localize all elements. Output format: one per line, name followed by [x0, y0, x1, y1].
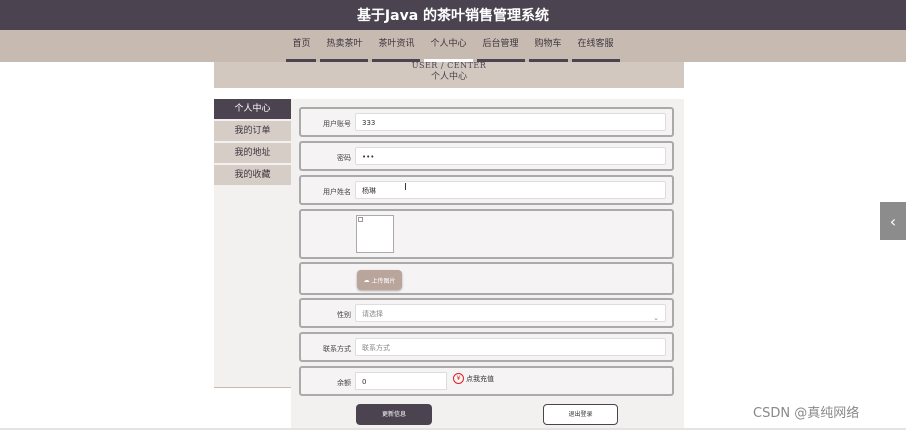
nav-user-center[interactable]: 个人中心 [422, 30, 474, 62]
update-info-button[interactable]: 更新信息 [356, 404, 432, 425]
sidebar-item-user-center[interactable]: 个人中心 [214, 99, 291, 119]
balance-label: 余额 [337, 379, 351, 387]
contact-label: 联系方式 [323, 345, 351, 353]
gender-select[interactable]: 请选择 ⌄ [355, 304, 666, 322]
name-label: 用户姓名 [323, 188, 351, 196]
chevron-left-icon: ‹ [889, 211, 897, 231]
yen-circle-icon: ¥ [453, 373, 464, 384]
site-header: 基于Java 的茶叶销售管理系统 [0, 0, 906, 30]
account-input[interactable]: 333 [355, 113, 666, 131]
main-nav: 首页 热卖茶叶 茶叶资讯 个人中心 后台管理 购物车 在线客服 [0, 30, 906, 62]
upload-row: ☁ 上传图片 [299, 262, 674, 295]
sidebar: 个人中心 我的订单 我的地址 我的收藏 [214, 99, 291, 388]
balance-input[interactable]: 0 [355, 372, 447, 390]
profile-form: 用户账号 333 密码 ••• 用户姓名 杨琳 ☁ 上传图片 性别 请选择 ⌄ … [291, 99, 684, 430]
banner-english: USER / CENTER [411, 61, 487, 70]
password-input[interactable]: ••• [355, 147, 666, 165]
nav-hot-tea[interactable]: 热卖茶叶 [318, 30, 370, 62]
banner-title: 个人中心 [430, 72, 467, 82]
gender-row: 性别 请选择 ⌄ [299, 298, 674, 328]
text-cursor-icon: I [404, 182, 407, 193]
recharge-link[interactable]: ¥ 点我充值 [453, 373, 494, 384]
name-row: 用户姓名 杨琳 [299, 175, 674, 205]
name-input[interactable]: 杨琳 [355, 181, 666, 199]
password-row: 密码 ••• [299, 141, 674, 171]
nav-tea-news[interactable]: 茶叶资讯 [370, 30, 422, 62]
contact-row: 联系方式 联系方式 [299, 332, 674, 362]
password-label: 密码 [337, 154, 351, 162]
side-toggle-button[interactable]: ‹ [880, 202, 906, 240]
account-label: 用户账号 [323, 120, 351, 128]
upload-image-button[interactable]: ☁ 上传图片 [357, 270, 402, 290]
contact-input[interactable]: 联系方式 [355, 338, 666, 356]
broken-image-icon [358, 217, 363, 222]
chevron-down-icon: ⌄ [653, 314, 659, 322]
nav-cart[interactable]: 购物车 [527, 30, 570, 62]
site-title: 基于Java 的茶叶销售管理系统 [356, 8, 550, 24]
cloud-upload-icon: ☁ [363, 276, 370, 284]
sidebar-item-address[interactable]: 我的地址 [214, 143, 291, 163]
logout-button[interactable]: 退出登录 [543, 404, 618, 425]
balance-row: 余额 0 ¥ 点我充值 [299, 366, 674, 396]
page-banner: USER / CENTER 个人中心 [214, 62, 684, 88]
nav-support[interactable]: 在线客服 [570, 30, 622, 62]
avatar-image [356, 215, 394, 253]
account-row: 用户账号 333 [299, 107, 674, 137]
sidebar-item-favorites[interactable]: 我的收藏 [214, 165, 291, 185]
nav-home[interactable]: 首页 [284, 30, 318, 62]
sidebar-item-orders[interactable]: 我的订单 [214, 121, 291, 141]
watermark: CSDN @真纯网络 [753, 406, 860, 421]
nav-admin[interactable]: 后台管理 [475, 30, 527, 62]
gender-label: 性别 [337, 311, 351, 319]
avatar-row [299, 209, 674, 259]
